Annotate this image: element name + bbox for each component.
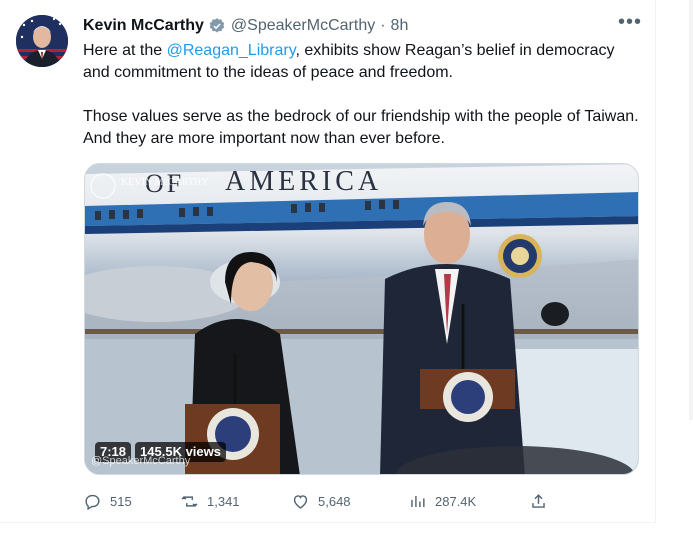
analytics-icon <box>411 495 425 507</box>
tweet-text: Here at the @Reagan_Library, exhibits sh… <box>83 40 643 172</box>
tweet-header: Kevin McCarthy @SpeakerMcCarthy · 8h <box>83 16 408 36</box>
view-count: 287.4K <box>435 493 477 509</box>
plane-text: AMERICA <box>225 166 382 197</box>
verified-badge-icon <box>208 17 226 35</box>
retweet-icon <box>181 495 198 507</box>
views-button[interactable]: 287.4K <box>408 490 476 512</box>
more-options-icon[interactable]: ••• <box>618 12 641 36</box>
like-count: 5,648 <box>318 493 351 509</box>
retweet-count: 1,341 <box>207 493 240 509</box>
separator-dot: · <box>380 17 386 34</box>
share-icon <box>532 493 545 508</box>
tweet-actions: 515 1,341 5,648 287.4K <box>83 490 553 512</box>
tweet-paragraph-2: Those values serve as the bedrock of our… <box>83 108 639 147</box>
svg-text:KEVIN McCARTHY: KEVIN McCARTHY <box>121 177 208 188</box>
mention-link[interactable]: @Reagan_Library <box>167 42 296 59</box>
right-panel-edge <box>657 0 693 535</box>
reply-button[interactable]: 515 <box>83 490 132 512</box>
text-prefix: Here at the <box>83 42 167 59</box>
video-watermark: @SpeakerMcCarthy <box>91 455 191 467</box>
share-button[interactable] <box>529 490 548 512</box>
author-handle[interactable]: @SpeakerMcCarthy <box>231 17 375 35</box>
retweet-button[interactable]: 1,341 <box>180 490 240 512</box>
author-name[interactable]: Kevin McCarthy <box>83 17 204 35</box>
scrollbar[interactable] <box>689 0 693 420</box>
tweet-card[interactable]: Kevin McCarthy @SpeakerMcCarthy · 8h •••… <box>0 0 656 523</box>
tweet-paragraph-1: Here at the @Reagan_Library, exhibits sh… <box>83 40 643 84</box>
reply-count: 515 <box>110 493 132 509</box>
timestamp[interactable]: 8h <box>391 17 409 35</box>
video-player[interactable]: OF AMERICA KEVIN McCARTHY <box>84 163 639 475</box>
like-button[interactable]: 5,648 <box>291 490 351 512</box>
avatar[interactable] <box>16 15 68 67</box>
reply-icon <box>85 494 100 510</box>
heart-icon <box>293 494 308 509</box>
